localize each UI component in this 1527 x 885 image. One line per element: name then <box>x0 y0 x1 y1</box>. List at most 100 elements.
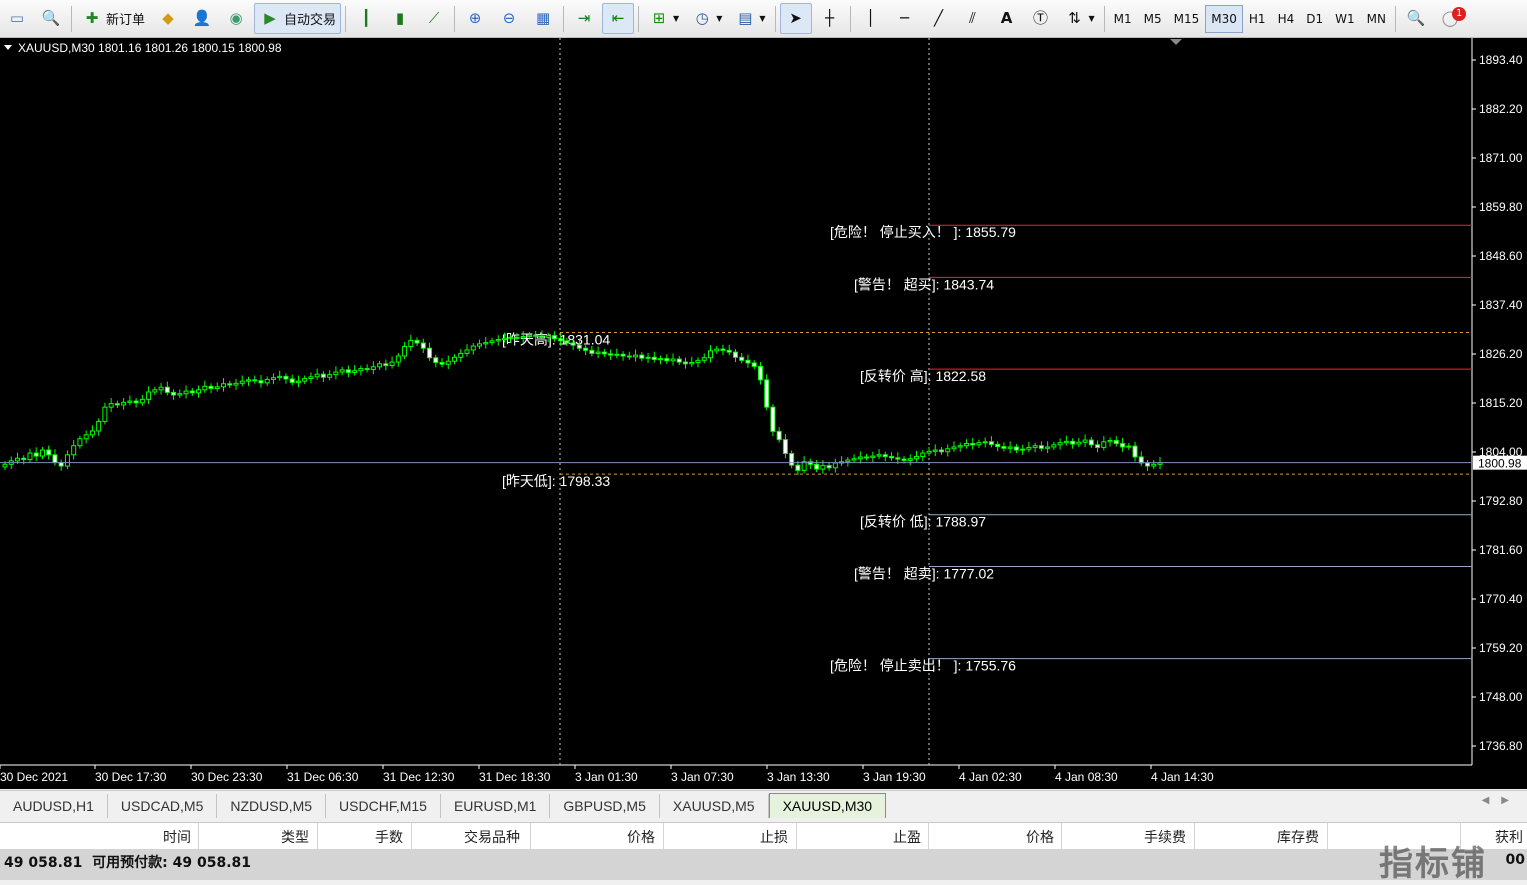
horizontal-line-icon: ─ <box>899 9 910 27</box>
alerts-button[interactable]: ◯ 1 <box>1434 3 1467 34</box>
column-header[interactable]: 类型 <box>281 827 309 847</box>
candle <box>564 340 570 344</box>
candle <box>83 434 89 440</box>
candle <box>1101 441 1107 448</box>
candle <box>620 353 626 357</box>
chart-tab[interactable]: XAUUSD,M30 <box>768 793 887 818</box>
column-header[interactable]: 止盈 <box>893 827 921 847</box>
chart-tab[interactable]: XAUUSD,M5 <box>660 794 769 818</box>
price-chart[interactable]: XAUUSD,M30 1801.16 1801.26 1800.15 1800.… <box>0 38 1527 789</box>
column-divider[interactable] <box>411 823 412 849</box>
chart-header: XAUUSD,M30 1801.16 1801.26 1800.15 1800.… <box>18 41 282 55</box>
chart-tab[interactable]: USDCAD,M5 <box>108 794 218 818</box>
price-tick-label: 1804.00 <box>1479 445 1523 459</box>
timeframe-m1[interactable]: M1 <box>1108 5 1138 33</box>
column-divider[interactable] <box>663 823 664 849</box>
column-header[interactable]: 手数 <box>375 827 403 847</box>
column-divider[interactable] <box>317 823 318 849</box>
candlestick-button[interactable]: ▮ <box>384 3 416 34</box>
timeframe-h1[interactable]: H1 <box>1243 5 1272 33</box>
column-header[interactable]: 时间 <box>163 827 191 847</box>
column-header[interactable]: 手续费 <box>1144 827 1186 847</box>
templates-button[interactable]: ▤ ▼ <box>729 3 770 34</box>
chart-shift-button[interactable]: ⇤ <box>602 3 635 34</box>
candle <box>1001 446 1007 449</box>
column-divider[interactable] <box>1327 823 1328 849</box>
column-header[interactable]: 交易品种 <box>464 827 520 847</box>
market-watch-button[interactable]: ▭ <box>1 3 33 34</box>
candle <box>589 349 595 354</box>
column-header[interactable]: 库存费 <box>1277 827 1319 847</box>
column-divider[interactable] <box>1194 823 1195 849</box>
chart-tab[interactable]: EURUSD,M1 <box>441 794 551 818</box>
column-header[interactable]: 止损 <box>760 827 788 847</box>
timeframe-m30[interactable]: M30 <box>1205 4 1243 33</box>
chart-tab[interactable]: AUDUSD,H1 <box>0 794 108 818</box>
timeframe-mn[interactable]: MN <box>1361 5 1392 33</box>
timeframe-w1[interactable]: W1 <box>1329 5 1361 33</box>
grid-icon: ▦ <box>535 9 551 27</box>
zoom-chart-button[interactable]: 🔍 <box>35 3 67 34</box>
column-header[interactable]: 价格 <box>627 827 655 847</box>
horizontal-line-button[interactable]: ─ <box>889 3 921 34</box>
chart-tab[interactable]: USDCHF,M15 <box>326 794 441 818</box>
cursor-arrow-icon: ➤ <box>789 9 802 27</box>
vps-button[interactable]: ◉ <box>220 3 252 34</box>
chart-tab[interactable]: NZDUSD,M5 <box>217 794 327 818</box>
search-button[interactable]: 🔍 <box>1400 3 1432 34</box>
zoom-in-button[interactable]: ⊕ <box>459 3 491 34</box>
candle <box>196 389 202 394</box>
price-tick-label: 1848.60 <box>1479 249 1523 263</box>
crosshair-button[interactable]: ┼ <box>814 3 846 34</box>
candle <box>214 386 220 390</box>
line-chart-button[interactable]: ⟋ <box>418 3 450 34</box>
trendline-button[interactable]: ╱ <box>923 3 955 34</box>
timeframe-d1[interactable]: D1 <box>1300 5 1329 33</box>
cursor-button[interactable]: ➤ <box>779 3 812 34</box>
candle <box>820 465 826 470</box>
chart-tab[interactable]: GBPUSD,M5 <box>550 794 660 818</box>
zoom-out-button[interactable]: ⊖ <box>493 3 525 34</box>
candle <box>464 349 470 354</box>
auto-trading-button[interactable]: ▶ 自动交易 <box>254 3 342 34</box>
channel-button[interactable]: ⫽ <box>957 3 989 34</box>
bar-chart-button[interactable]: ┃ <box>350 3 382 34</box>
text-button[interactable]: A <box>991 3 1023 34</box>
candle <box>414 339 420 344</box>
timeframe-m15[interactable]: M15 <box>1168 5 1206 33</box>
add-indicator-icon: ⊞ <box>652 9 666 27</box>
tab-scroll-arrows[interactable]: ◀▶ <box>1482 795 1521 806</box>
new-order-button[interactable]: ✚ 新订单 <box>76 3 150 34</box>
candle <box>864 456 870 459</box>
candle <box>1051 444 1057 448</box>
tile-windows-button[interactable]: ▦ <box>527 3 559 34</box>
chart-canvas[interactable]: XAUUSD,M30 1801.16 1801.26 1800.15 1800.… <box>0 38 1527 789</box>
indicators-button[interactable]: ⊞ ▼ <box>643 3 684 34</box>
arrows-icon: ⇅ <box>1068 9 1081 27</box>
column-divider[interactable] <box>1061 823 1062 849</box>
vertical-line-button[interactable]: │ <box>855 3 887 34</box>
candle <box>945 448 951 453</box>
candle <box>501 337 507 341</box>
signals-button[interactable]: 👤 <box>186 3 218 34</box>
column-divider[interactable] <box>198 823 199 849</box>
column-divider[interactable] <box>928 823 929 849</box>
column-divider[interactable] <box>530 823 531 849</box>
zoom-out-icon: ⊖ <box>502 9 516 27</box>
candle <box>277 375 283 379</box>
text-label-button[interactable]: Ⓣ <box>1025 3 1057 34</box>
market-button[interactable]: ◆ <box>152 3 184 34</box>
periods-button[interactable]: ◷ ▼ <box>686 3 727 34</box>
level-label: [危险！ 停止卖出！ ]: 1755.76 <box>830 658 1016 674</box>
column-header[interactable]: 获利 <box>1495 827 1523 847</box>
arrows-button[interactable]: ⇅ ▼ <box>1059 3 1100 34</box>
column-header[interactable]: 价格 <box>1026 827 1054 847</box>
autoscroll-button[interactable]: ⇥ <box>568 3 600 34</box>
timeframe-m5[interactable]: M5 <box>1138 5 1168 33</box>
level-label: [警告！ 超买]: 1843.74 <box>854 276 994 292</box>
column-divider[interactable] <box>796 823 797 849</box>
candle <box>433 357 439 364</box>
candle <box>1076 441 1082 445</box>
timeframe-h4[interactable]: H4 <box>1272 5 1301 33</box>
candle <box>683 361 689 365</box>
